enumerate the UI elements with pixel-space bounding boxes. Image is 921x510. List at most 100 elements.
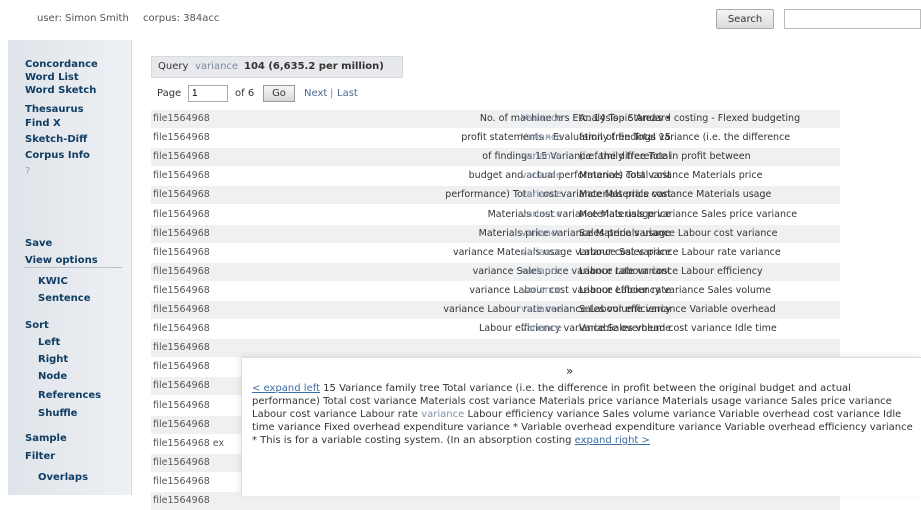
row-reference[interactable]: file1564968 bbox=[153, 361, 210, 372]
sidebar-item-sort-node[interactable]: Node bbox=[38, 371, 67, 382]
table-row: file1564968 budget and actual performance… bbox=[151, 167, 840, 185]
sidebar-item-save[interactable]: Save bbox=[25, 238, 52, 249]
sidebar-item-thesaurus[interactable]: Thesaurus bbox=[25, 104, 84, 115]
search-input[interactable] bbox=[784, 9, 921, 29]
sidebar-item-sentence[interactable]: Sentence bbox=[38, 293, 91, 304]
table-row: file1564968 Materials price variance Mate… bbox=[151, 224, 840, 243]
keyword[interactable]: variance bbox=[521, 266, 562, 277]
page-label: Page bbox=[157, 88, 182, 99]
right-context: Labour rate variance Labour efficiency bbox=[579, 265, 763, 277]
row-reference[interactable]: file1564968 bbox=[153, 266, 210, 277]
right-context: Variable overhead cost variance Idle tim… bbox=[579, 323, 777, 335]
row-reference[interactable]: file1564968 bbox=[153, 285, 210, 296]
row-reference[interactable]: file1564968 bbox=[153, 323, 210, 334]
row-reference[interactable]: file1564968 ex bbox=[153, 438, 224, 449]
search-button[interactable]: Search bbox=[716, 9, 774, 29]
row-reference[interactable]: file1564968 bbox=[153, 132, 210, 143]
sidebar-item-find-x[interactable]: Find X bbox=[25, 118, 61, 129]
context-popup: » < expand left 15 Variance family tree … bbox=[241, 357, 921, 496]
keyword[interactable]: variance bbox=[521, 170, 562, 181]
sidebar-item-sort-left[interactable]: Left bbox=[38, 337, 60, 348]
query-term: variance bbox=[195, 61, 239, 72]
table-row: file1564968 performance) Total cost varia… bbox=[151, 186, 840, 205]
keyword[interactable]: Variance bbox=[521, 132, 562, 143]
right-context: (i.e. the difference in profit between bbox=[579, 151, 751, 163]
context-keyword: variance bbox=[421, 409, 465, 420]
right-context: Sales volume variance Variable overhead bbox=[579, 304, 776, 315]
page-input[interactable] bbox=[188, 85, 228, 102]
sidebar-item-sort-right[interactable]: Right bbox=[38, 354, 68, 365]
pager-separator: | bbox=[330, 88, 334, 99]
sidebar-item-filter[interactable]: Filter bbox=[25, 451, 55, 462]
table-row: file1564968 variance Sales price variance… bbox=[151, 262, 840, 281]
row-reference[interactable]: file1564968 bbox=[153, 495, 210, 506]
sidebar-divider bbox=[24, 267, 122, 268]
sidebar-item-sort[interactable]: Sort bbox=[25, 320, 49, 331]
keyword[interactable]: variance bbox=[521, 228, 562, 239]
row-reference[interactable]: file1564968 bbox=[153, 247, 210, 258]
table-row: file1564968 Materials cost variance Mater… bbox=[151, 206, 840, 224]
right-context: Labour efficiency variance Sales volume bbox=[579, 284, 771, 296]
table-row: file1564968 Labour efficiency variance Sa… bbox=[151, 320, 840, 338]
keyword[interactable]: variance bbox=[521, 247, 562, 258]
table-row: file1564968 variance Labour cost variance… bbox=[151, 282, 840, 300]
row-reference[interactable]: file1564968 bbox=[153, 113, 210, 124]
row-reference[interactable]: file1564968 bbox=[153, 457, 210, 468]
next-link[interactable]: Next bbox=[304, 88, 327, 99]
row-reference[interactable]: file1564968 bbox=[153, 228, 210, 239]
keyword[interactable]: variance bbox=[521, 189, 562, 200]
right-context: Sales price variance Labour cost varianc… bbox=[579, 227, 778, 239]
right-context: Analysis - Standard costing - Flexed bud… bbox=[579, 113, 801, 124]
keyword[interactable]: variance bbox=[521, 209, 562, 220]
table-row: file1564968 profit statements - Evaluatio… bbox=[151, 129, 840, 147]
sidebar-item-overlaps[interactable]: Overlaps bbox=[38, 472, 88, 483]
go-button[interactable]: Go bbox=[263, 85, 295, 102]
page-count: of 6 bbox=[235, 88, 255, 99]
sidebar-item-sketch-diff[interactable]: Sketch-Diff bbox=[25, 134, 87, 145]
keyword[interactable]: variance bbox=[521, 304, 562, 315]
sidebar-item-concordance[interactable]: Concordance bbox=[25, 59, 98, 70]
row-reference[interactable]: file1564968 bbox=[153, 476, 210, 487]
row-reference[interactable]: file1564968 bbox=[153, 380, 210, 391]
row-reference[interactable]: file1564968 bbox=[153, 151, 210, 162]
context-text: < expand left 15 Variance family tree To… bbox=[252, 382, 920, 447]
sidebar-item-view-options[interactable]: View options bbox=[25, 255, 98, 266]
row-reference[interactable]: file1564968 bbox=[153, 209, 210, 220]
query-label: Query bbox=[158, 61, 189, 72]
sidebar-item-word-sketch[interactable]: Word Sketch bbox=[25, 85, 96, 96]
last-link[interactable]: Last bbox=[337, 88, 358, 99]
keyword[interactable]: variance bbox=[521, 285, 562, 296]
table-row: file1564968 variance Labour rate variance… bbox=[151, 301, 840, 319]
sidebar-item-kwic[interactable]: KWIC bbox=[38, 276, 68, 287]
sidebar: Concordance Word List Word Sketch Thesau… bbox=[8, 40, 132, 495]
user-label: user: Simon Smith bbox=[37, 13, 129, 24]
sidebar-item-shuffle[interactable]: Shuffle bbox=[38, 408, 77, 419]
keyword[interactable]: variance bbox=[521, 151, 562, 162]
row-reference[interactable]: file1564968 bbox=[153, 419, 210, 430]
row-reference[interactable]: file1564968 bbox=[153, 170, 210, 181]
expand-right-link[interactable]: expand right > bbox=[575, 435, 650, 446]
query-summary: Query variance 104 (6,635.2 per million) bbox=[151, 56, 403, 78]
sidebar-item-references[interactable]: References bbox=[38, 390, 101, 401]
right-context: Materials price variance Materials usage bbox=[579, 189, 772, 201]
right-context: Labour cost variance Labour rate varianc… bbox=[579, 246, 781, 258]
query-count: 104 (6,635.2 per million) bbox=[244, 61, 384, 72]
right-context: Materials usage variance Sales price var… bbox=[579, 208, 798, 220]
row-reference[interactable]: file1564968 bbox=[153, 342, 210, 353]
table-row: file1564968 bbox=[151, 339, 840, 358]
sidebar-item-word-list[interactable]: Word List bbox=[25, 72, 79, 83]
row-reference[interactable]: file1564968 bbox=[153, 304, 210, 315]
right-context: family tree Total variance (i.e. the dif… bbox=[579, 132, 791, 144]
keyword[interactable]: Variance bbox=[521, 113, 562, 124]
right-context: Materials cost variance Materials price bbox=[579, 170, 763, 182]
table-row: file1564968 variance Materials usage vari… bbox=[151, 244, 840, 262]
keyword[interactable]: variance bbox=[521, 323, 562, 334]
expand-left-link[interactable]: < expand left bbox=[252, 383, 320, 394]
sidebar-item-corpus-info[interactable]: Corpus Info bbox=[25, 150, 90, 161]
row-reference[interactable]: file1564968 bbox=[153, 400, 210, 411]
collapse-icon[interactable]: » bbox=[566, 364, 573, 378]
corpus-label: corpus: 384acc bbox=[143, 13, 220, 24]
help-icon[interactable]: ? bbox=[25, 166, 30, 177]
row-reference[interactable]: file1564968 bbox=[153, 189, 210, 200]
sidebar-item-sample[interactable]: Sample bbox=[25, 433, 67, 444]
